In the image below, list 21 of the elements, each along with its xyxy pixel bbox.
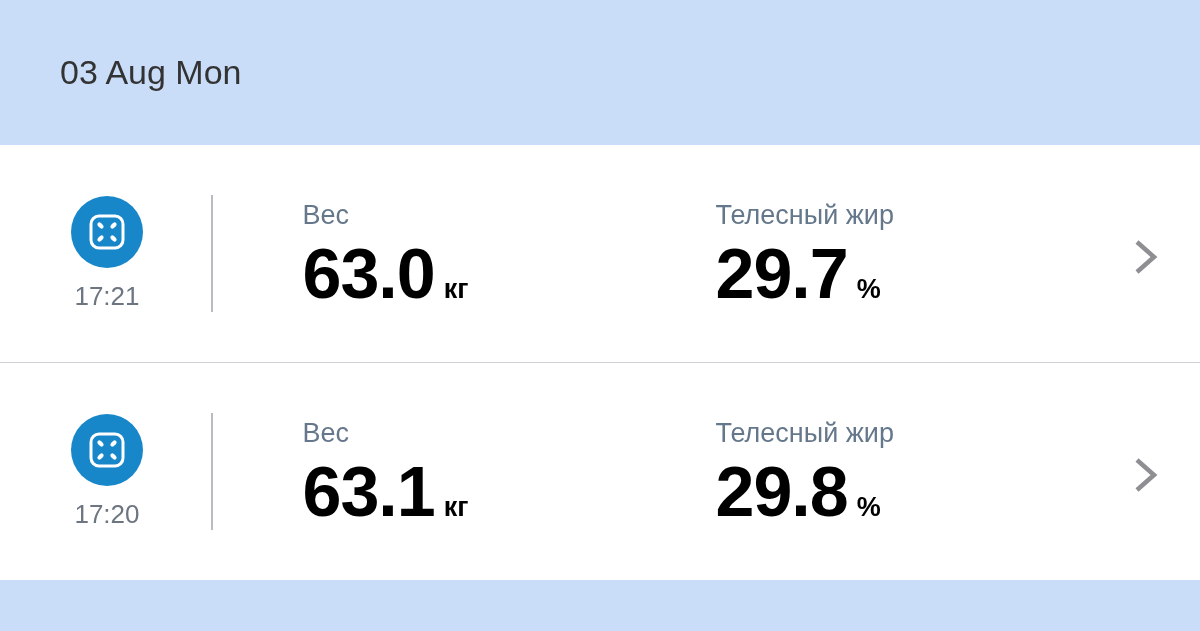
metric-unit: кг xyxy=(443,273,469,305)
metric-value: 29.8 xyxy=(715,455,848,528)
metric-label: Телесный жир xyxy=(715,416,894,450)
metric-unit: % xyxy=(856,491,881,523)
scale-icon xyxy=(71,196,143,268)
metric-unit: кг xyxy=(443,491,469,523)
metric-value: 63.0 xyxy=(302,237,435,310)
metric-unit: % xyxy=(856,273,881,305)
time-label: 17:21 xyxy=(74,281,140,311)
date-label: 03 Aug Mon xyxy=(60,53,242,92)
chevron-icon xyxy=(1134,456,1158,493)
measurement-row[interactable]: 17:21 Вес 63.0 кг Телесный жир 29.7% xyxy=(0,145,1200,363)
time-label: 17:20 xyxy=(74,499,140,529)
metric-label: Телесный жир xyxy=(715,198,894,232)
measurement-row[interactable]: 17:20 Вес 63.1 кг Телесный жир 29.8% xyxy=(0,363,1200,580)
chevron-icon xyxy=(1134,238,1158,275)
scale-icon xyxy=(71,414,143,486)
metric-value: 63.1 xyxy=(302,455,435,528)
metric-value: 29.7 xyxy=(715,237,848,310)
metric-label: Вес xyxy=(302,416,351,450)
metric-label: Вес xyxy=(302,198,351,232)
